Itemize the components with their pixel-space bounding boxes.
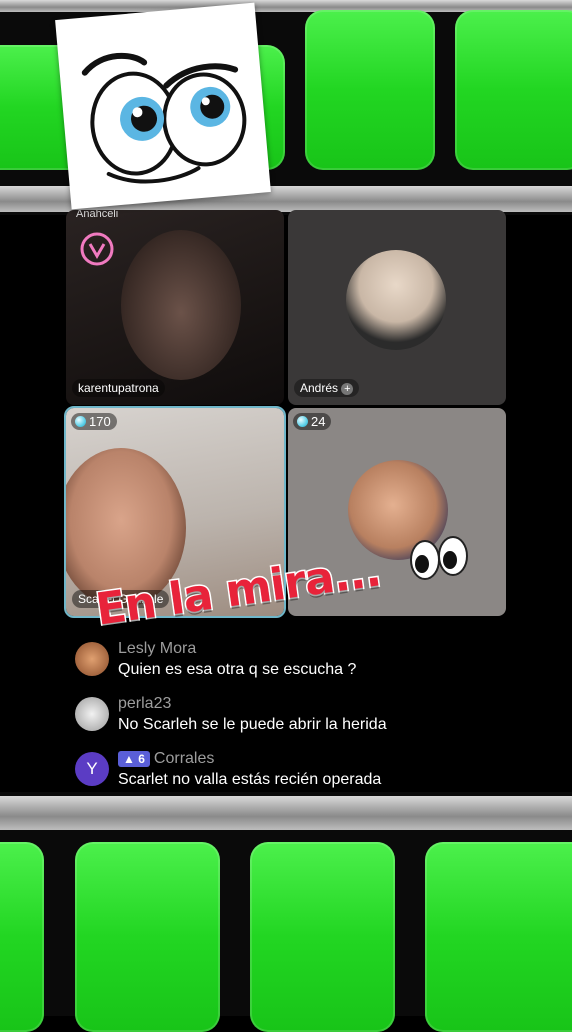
eyes-emoji-icon xyxy=(408,533,470,588)
comment-text: Quien es esa otra q se escucha ? xyxy=(118,661,357,678)
guest-tile-andres[interactable]: Andrés + xyxy=(288,210,506,405)
gem-counter: 24 xyxy=(293,413,332,430)
comment-username[interactable]: perla23 xyxy=(118,695,171,713)
plus-icon[interactable]: + xyxy=(341,383,354,395)
cartoon-eyes-icon xyxy=(81,52,247,184)
avatar[interactable]: Y xyxy=(75,752,109,786)
comment-text: Scarlet no valla estás recién operada xyxy=(118,771,382,788)
avatar[interactable] xyxy=(75,642,109,676)
film-cell xyxy=(75,842,220,1032)
film-cell xyxy=(455,10,572,170)
film-cell xyxy=(250,842,395,1032)
comment-feed: Lesly Mora Quien es esa otra q se escuch… xyxy=(75,640,495,805)
guest-name: karentupatrona xyxy=(72,379,165,397)
gem-icon xyxy=(75,416,86,427)
guest-name: Andrés + xyxy=(294,379,360,397)
comment-text: No Scarleh se le puede abrir la herida xyxy=(118,716,387,733)
film-cell xyxy=(305,10,435,170)
film-cell xyxy=(425,842,572,1032)
heart-icon xyxy=(80,232,114,266)
live-guest-grid: Anahceli karentupatrona Andrés + 170 Sca… xyxy=(64,210,506,618)
tile-top-label: Anahceli xyxy=(76,210,119,220)
guest-tile-host[interactable]: Anahceli karentupatrona xyxy=(66,210,284,405)
gem-counter: 170 xyxy=(71,413,117,430)
cartoon-eyes-sticker xyxy=(55,2,271,210)
film-cell xyxy=(0,842,44,1032)
avatar xyxy=(346,250,446,350)
comment-username[interactable]: Lesly Mora xyxy=(118,640,196,658)
comment-item: Lesly Mora Quien es esa otra q se escuch… xyxy=(75,640,495,695)
film-strip-bottom xyxy=(0,792,572,1032)
film-bar xyxy=(0,796,572,830)
comment-item: perla23 No Scarleh se le puede abrir la … xyxy=(75,695,495,750)
comment-username[interactable]: ▲ 6 Corrales xyxy=(118,750,214,768)
gem-icon xyxy=(297,416,308,427)
level-badge: ▲ 6 xyxy=(118,751,150,767)
avatar[interactable] xyxy=(75,697,109,731)
